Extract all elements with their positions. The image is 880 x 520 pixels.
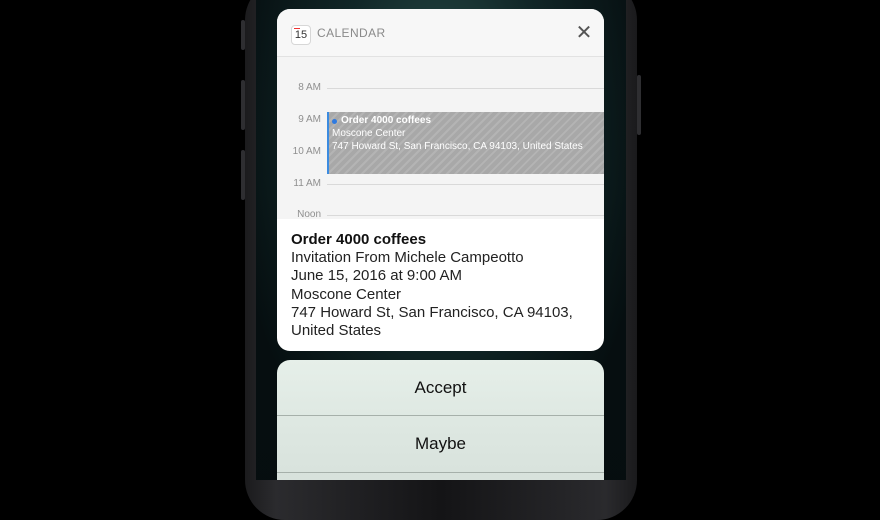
volume-down-button [241, 150, 245, 200]
volume-up-button [241, 80, 245, 130]
hour-divider [327, 88, 604, 89]
event-datetime: June 15, 2016 at 9:00 AM [291, 267, 462, 285]
hour-label: Noon [297, 209, 321, 220]
hour-divider [327, 184, 604, 185]
close-icon[interactable]: ✕ [573, 22, 595, 44]
event-details-address: 747 Howard St, San Francisco, CA 94103, [291, 303, 573, 321]
day-timeline: 8 AM 9 AM 10 AM 11 AM Noon Order 4000 co… [277, 57, 604, 222]
hour-divider [327, 215, 604, 216]
app-icon-day: 15 [294, 29, 308, 41]
maybe-button[interactable]: Maybe [277, 416, 604, 472]
notification-actions: Accept Maybe [277, 360, 604, 480]
event-details-title: Order 4000 coffees [291, 231, 427, 248]
event-status-dot [332, 119, 337, 124]
action-divider [277, 472, 604, 473]
hour-label: 10 AM [292, 146, 321, 157]
calendar-app-icon: 15 [291, 25, 311, 45]
notification-header: 15 CALENDAR ✕ [277, 9, 604, 57]
power-button [637, 75, 641, 135]
hour-label: 9 AM [298, 114, 321, 125]
accept-button[interactable]: Accept [277, 360, 604, 416]
app-name: CALENDAR [317, 26, 386, 40]
mute-switch [241, 20, 245, 50]
invitation-text: Invitation From Michele Campeotto [291, 249, 524, 266]
hour-label: 8 AM [298, 82, 321, 93]
notification-card[interactable]: 15 CALENDAR ✕ 8 AM 9 AM 10 AM 11 AM Noon… [277, 9, 604, 351]
event-address: 747 Howard St, San Francisco, CA 94103, … [332, 141, 583, 152]
event-title: Order 4000 coffees [341, 115, 432, 126]
event-location: Moscone Center [332, 128, 406, 139]
hour-label: 11 AM [293, 178, 321, 189]
timeline-hour: Noon [277, 208, 604, 222]
timeline-hour: 8 AM [277, 81, 604, 95]
event-details-location: Moscone Center [291, 285, 402, 303]
calendar-event-block[interactable]: Order 4000 coffees Moscone Center 747 Ho… [327, 112, 604, 174]
event-details: Order 4000 coffees Invitation From Miche… [291, 231, 596, 340]
phone-screen: 15 CALENDAR ✕ 8 AM 9 AM 10 AM 11 AM Noon… [256, 0, 626, 480]
timeline-hour: 11 AM [277, 177, 604, 191]
event-details-country: United States [291, 322, 382, 340]
